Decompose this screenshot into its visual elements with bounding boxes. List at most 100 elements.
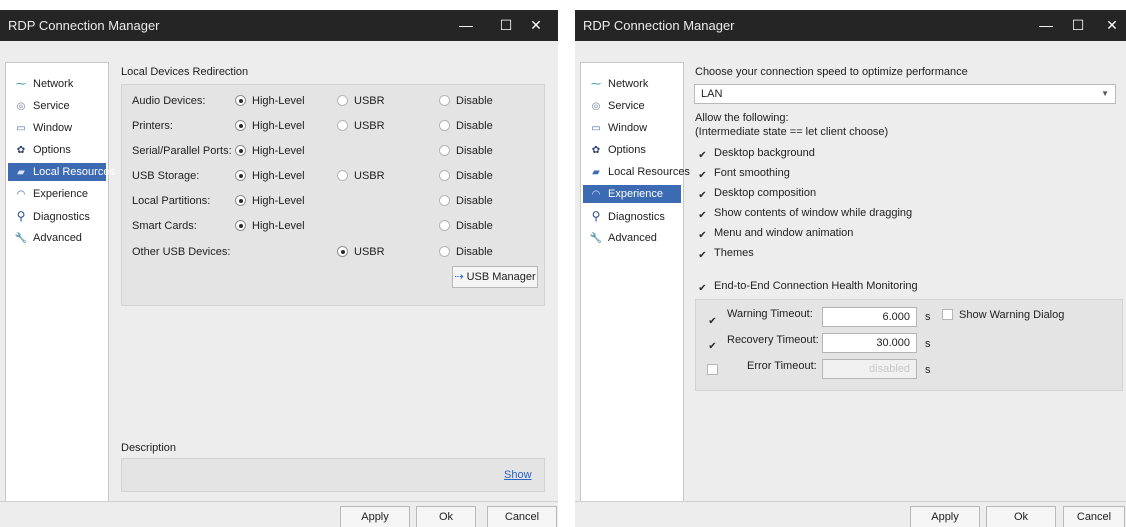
- magnifier-icon: ⚲: [591, 209, 601, 223]
- sidebar-item-local-resources[interactable]: ▰ Local Resources: [8, 163, 115, 181]
- checkbox-empty: [942, 309, 953, 320]
- gauge-icon: ◠: [16, 189, 26, 200]
- checkbox-recovery-timeout[interactable]: ✔: [707, 338, 724, 352]
- radio-dot: [337, 246, 348, 257]
- recovery-timeout-unit: s: [925, 338, 931, 350]
- apply-button[interactable]: Apply: [340, 506, 410, 527]
- sidebar-item-label: Service: [33, 100, 70, 112]
- rdp-window-local-resources: RDP Connection Manager — ☐ ✕ ⁓ Network ◎ S…: [0, 10, 558, 527]
- sidebar-item-diagnostics[interactable]: ⚲ Diagnostics: [583, 207, 681, 225]
- rdp-window-experience: RDP Connection Manager — ☐ ✕ ⁓ Network ◎ S…: [575, 10, 1126, 527]
- radio-other-usb-usbr[interactable]: USBR: [337, 246, 385, 258]
- radio-printers-usbr[interactable]: USBR: [337, 120, 385, 132]
- radio-usb-storage-high-level[interactable]: High-Level: [235, 170, 305, 182]
- radio-usb-storage-usbr[interactable]: USBR: [337, 170, 385, 182]
- radio-dot: [439, 195, 450, 206]
- connection-speed-select[interactable]: LAN ▼: [694, 84, 1116, 104]
- radio-printers-high-level[interactable]: High-Level: [235, 120, 305, 132]
- sidebar-item-advanced[interactable]: 🔧 Advanced: [583, 229, 681, 247]
- checkbox-show-warning-dialog[interactable]: Show Warning Dialog: [942, 309, 1064, 321]
- radio-printers-disable[interactable]: Disable: [439, 120, 493, 132]
- ok-button[interactable]: Ok: [986, 506, 1056, 527]
- close-button[interactable]: ✕: [524, 15, 548, 35]
- show-description-link[interactable]: Show: [504, 469, 532, 481]
- sidebar-item-label: Options: [608, 144, 646, 156]
- sidebar-item-label: Advanced: [608, 232, 657, 244]
- window-icon: ▭: [591, 123, 601, 134]
- title-bar[interactable]: RDP Connection Manager — ☐ ✕: [575, 10, 1126, 41]
- checkmark-icon: ✔: [698, 150, 707, 161]
- cancel-button[interactable]: Cancel: [487, 506, 557, 527]
- radio-dot: [235, 120, 246, 131]
- radio-smart-cards-high-level[interactable]: High-Level: [235, 220, 305, 232]
- checkbox-warning-timeout[interactable]: ✔: [707, 313, 724, 327]
- error-timeout-input[interactable]: disabled: [822, 359, 917, 379]
- radio-serial-disable[interactable]: Disable: [439, 145, 493, 157]
- radio-other-usb-disable[interactable]: Disable: [439, 246, 493, 258]
- device-label-smart-cards: Smart Cards:: [132, 220, 197, 232]
- warning-timeout-input[interactable]: 6.000: [822, 307, 917, 327]
- radio-serial-high-level[interactable]: High-Level: [235, 145, 305, 157]
- radio-dot: [337, 170, 348, 181]
- sidebar-item-network[interactable]: ⁓ Network: [8, 75, 106, 93]
- sidebar-item-network[interactable]: ⁓ Network: [583, 75, 681, 93]
- error-timeout-label: Error Timeout:: [747, 360, 817, 372]
- maximize-button[interactable]: ☐: [494, 15, 518, 35]
- radio-audio-usbr[interactable]: USBR: [337, 95, 385, 107]
- checkbox-desktop-background[interactable]: ✔ Desktop background: [697, 147, 815, 161]
- radio-dot: [337, 95, 348, 106]
- section-title: Local Devices Redirection: [121, 66, 249, 78]
- minimize-button[interactable]: —: [454, 15, 478, 35]
- footer-divider: [575, 501, 1126, 502]
- title-bar[interactable]: RDP Connection Manager — ☐ ✕: [0, 10, 558, 41]
- radio-dot: [235, 220, 246, 231]
- device-label-audio: Audio Devices:: [132, 95, 206, 107]
- description-label: Description: [121, 442, 177, 454]
- usb-manager-button[interactable]: ⇢ USB Manager: [452, 266, 538, 288]
- minimize-button[interactable]: —: [1034, 15, 1058, 35]
- sidebar-item-options[interactable]: ✿ Options: [583, 141, 681, 159]
- radio-dot: [439, 220, 450, 231]
- radio-audio-disable[interactable]: Disable: [439, 95, 493, 107]
- checkmark-icon: ✔: [698, 230, 707, 241]
- sidebar-item-service[interactable]: ◎ Service: [583, 97, 681, 115]
- cancel-button[interactable]: Cancel: [1063, 506, 1125, 527]
- sidebar-item-experience[interactable]: ◠ Experience: [583, 185, 681, 203]
- checkbox-themes[interactable]: ✔ Themes: [697, 247, 753, 261]
- ok-button[interactable]: Ok: [416, 506, 476, 527]
- sidebar-item-advanced[interactable]: 🔧 Advanced: [8, 229, 106, 247]
- sidebar-item-local-resources[interactable]: ▰ Local Resources: [583, 163, 690, 181]
- radio-usb-storage-disable[interactable]: Disable: [439, 170, 493, 182]
- warning-timeout-label: Warning Timeout:: [727, 308, 813, 320]
- checkmark-icon: ✔: [698, 283, 707, 294]
- sidebar-item-options[interactable]: ✿ Options: [8, 141, 106, 159]
- sidebar-item-window[interactable]: ▭ Window: [583, 119, 681, 137]
- checkbox-desktop-composition[interactable]: ✔ Desktop composition: [697, 187, 816, 201]
- radio-partitions-disable[interactable]: Disable: [439, 195, 493, 207]
- radio-partitions-high-level[interactable]: High-Level: [235, 195, 305, 207]
- radio-dot: [439, 120, 450, 131]
- sidebar-item-service[interactable]: ◎ Service: [8, 97, 106, 115]
- sidebar-item-label: Window: [33, 122, 73, 134]
- checkbox-menu-window-animation[interactable]: ✔ Menu and window animation: [697, 227, 853, 241]
- checkbox-health-monitoring[interactable]: ✔ End-to-End Connection Health Monitoring: [697, 280, 917, 294]
- sidebar-item-diagnostics[interactable]: ⚲ Diagnostics: [8, 207, 106, 225]
- checkbox-error-timeout[interactable]: [707, 364, 724, 376]
- radio-smart-cards-disable[interactable]: Disable: [439, 220, 493, 232]
- radio-dot: [439, 145, 450, 156]
- sidebar-item-window[interactable]: ▭ Window: [8, 119, 106, 137]
- close-button[interactable]: ✕: [1100, 15, 1124, 35]
- gear-icon: ✿: [591, 145, 601, 156]
- checkmark-icon: ✔: [698, 170, 707, 181]
- radio-audio-high-level[interactable]: High-Level: [235, 95, 305, 107]
- checkmark-icon: ✔: [698, 210, 707, 221]
- description-panel: [121, 458, 545, 492]
- apply-button[interactable]: Apply: [910, 506, 980, 527]
- recovery-timeout-input[interactable]: 30.000: [822, 333, 917, 353]
- checkbox-show-contents-dragging[interactable]: ✔ Show contents of window while dragging: [697, 207, 912, 221]
- usb-icon: ⇢: [454, 271, 464, 283]
- chevron-down-icon: ▼: [1101, 89, 1109, 98]
- checkbox-font-smoothing[interactable]: ✔ Font smoothing: [697, 167, 790, 181]
- maximize-button[interactable]: ☐: [1066, 15, 1090, 35]
- sidebar-item-experience[interactable]: ◠ Experience: [8, 185, 106, 203]
